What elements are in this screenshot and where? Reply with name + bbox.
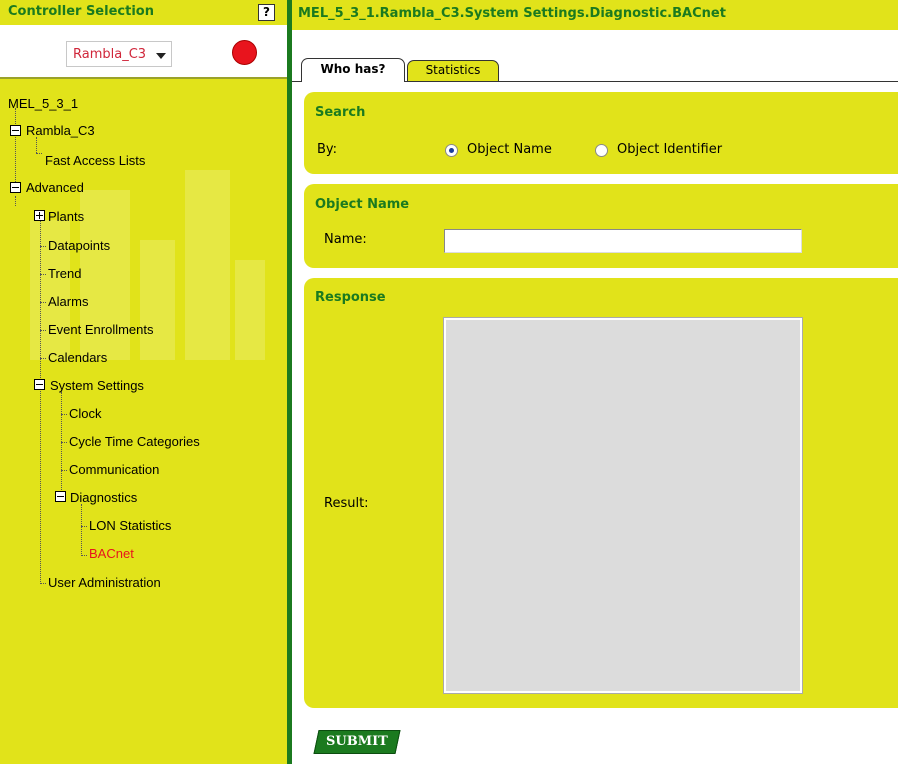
result-label: Result: <box>324 496 369 511</box>
tree-item-calendars[interactable]: Calendars <box>48 350 107 365</box>
sidebar-divider <box>0 77 287 79</box>
tree-connector <box>40 302 46 303</box>
tree-connector <box>15 108 16 190</box>
sidebar-title: Controller Selection <box>8 4 154 19</box>
radio-object-name-label[interactable]: Object Name <box>467 142 552 157</box>
tree-connector <box>15 196 16 206</box>
tree-connector <box>61 470 67 471</box>
main-content: MEL_5_3_1.Rambla_C3.System Settings.Diag… <box>292 0 898 764</box>
tree-item-advanced[interactable]: Advanced <box>26 180 84 195</box>
tree-connector <box>40 246 46 247</box>
tree-item-plants[interactable]: Plants <box>48 209 84 224</box>
collapse-icon[interactable] <box>55 491 66 502</box>
tree-item-system-settings[interactable]: System Settings <box>50 378 144 393</box>
tree-item-datapoints[interactable]: Datapoints <box>48 238 110 253</box>
tree-connector <box>40 358 46 359</box>
main-header: MEL_5_3_1.Rambla_C3.System Settings.Diag… <box>292 0 898 30</box>
object-name-panel-title: Object Name <box>315 197 410 212</box>
tree-connector <box>61 392 62 500</box>
tree-connector <box>40 210 41 584</box>
tree-connector <box>81 555 87 556</box>
tree-item-bacnet[interactable]: BACnet <box>89 546 134 561</box>
controller-select[interactable]: Rambla_C3 <box>66 41 172 67</box>
radio-object-identifier-label[interactable]: Object Identifier <box>617 142 722 157</box>
collapse-icon[interactable] <box>10 125 21 136</box>
help-button[interactable]: ? <box>258 4 275 21</box>
tree-item-event-enrollments[interactable]: Event Enrollments <box>48 322 154 337</box>
breadcrumb: MEL_5_3_1.Rambla_C3.System Settings.Diag… <box>298 6 726 21</box>
name-input[interactable] <box>444 229 802 253</box>
tree-connector <box>40 330 46 331</box>
tab-bar: Who has? Statistics <box>292 54 898 82</box>
response-panel: Response Result: <box>304 278 898 708</box>
result-output[interactable] <box>443 317 803 694</box>
search-by-label: By: <box>317 142 338 157</box>
tree-item-user-administration[interactable]: User Administration <box>48 575 161 590</box>
tab-who-has[interactable]: Who has? <box>301 58 405 82</box>
tree-connector <box>81 504 82 556</box>
tree-connector <box>36 153 42 154</box>
tree-item-rambla[interactable]: Rambla_C3 <box>26 123 95 138</box>
tree-item-trend[interactable]: Trend <box>48 266 81 281</box>
tree-connector <box>81 526 87 527</box>
navigation-tree: MEL_5_3_1 Rambla_C3 Fast Access Lists Ad… <box>0 80 287 764</box>
tree-connector <box>36 137 37 153</box>
tree-item-clock[interactable]: Clock <box>69 406 102 421</box>
tree-item-fast-access[interactable]: Fast Access Lists <box>45 153 145 168</box>
submit-button-label: SUBMIT <box>326 734 388 749</box>
tree-item-diagnostics[interactable]: Diagnostics <box>70 490 137 505</box>
tree-connector <box>61 414 67 415</box>
tree-connector <box>40 274 46 275</box>
collapse-icon[interactable] <box>34 379 45 390</box>
name-label: Name: <box>324 232 367 247</box>
tree-item-communication[interactable]: Communication <box>69 462 159 477</box>
expand-icon[interactable] <box>34 210 45 221</box>
sidebar-header: Controller Selection ? <box>0 0 287 25</box>
submit-button[interactable]: SUBMIT <box>313 730 401 754</box>
controller-area: Rambla_C3 <box>0 25 287 77</box>
radio-object-identifier[interactable] <box>595 144 608 157</box>
tab-statistics[interactable]: Statistics <box>407 60 499 81</box>
controller-sidebar: Controller Selection ? Rambla_C3 MEL_5_3… <box>0 0 287 764</box>
tree-item-root[interactable]: MEL_5_3_1 <box>8 96 78 111</box>
tree-item-lon-statistics[interactable]: LON Statistics <box>89 518 171 533</box>
object-name-panel: Object Name Name: <box>304 184 898 268</box>
response-panel-title: Response <box>315 290 386 305</box>
radio-object-name[interactable] <box>445 144 458 157</box>
search-panel: Search By: Object Name Object Identifier <box>304 92 898 174</box>
status-indicator-icon <box>232 40 257 65</box>
chevron-down-icon <box>156 53 166 59</box>
search-panel-title: Search <box>315 105 366 120</box>
tree-connector <box>40 583 46 584</box>
tree-item-alarms[interactable]: Alarms <box>48 294 88 309</box>
tree-connector <box>61 442 67 443</box>
tree-item-cycle-time-categories[interactable]: Cycle Time Categories <box>69 434 200 449</box>
controller-select-value: Rambla_C3 <box>73 47 147 62</box>
collapse-icon[interactable] <box>10 182 21 193</box>
